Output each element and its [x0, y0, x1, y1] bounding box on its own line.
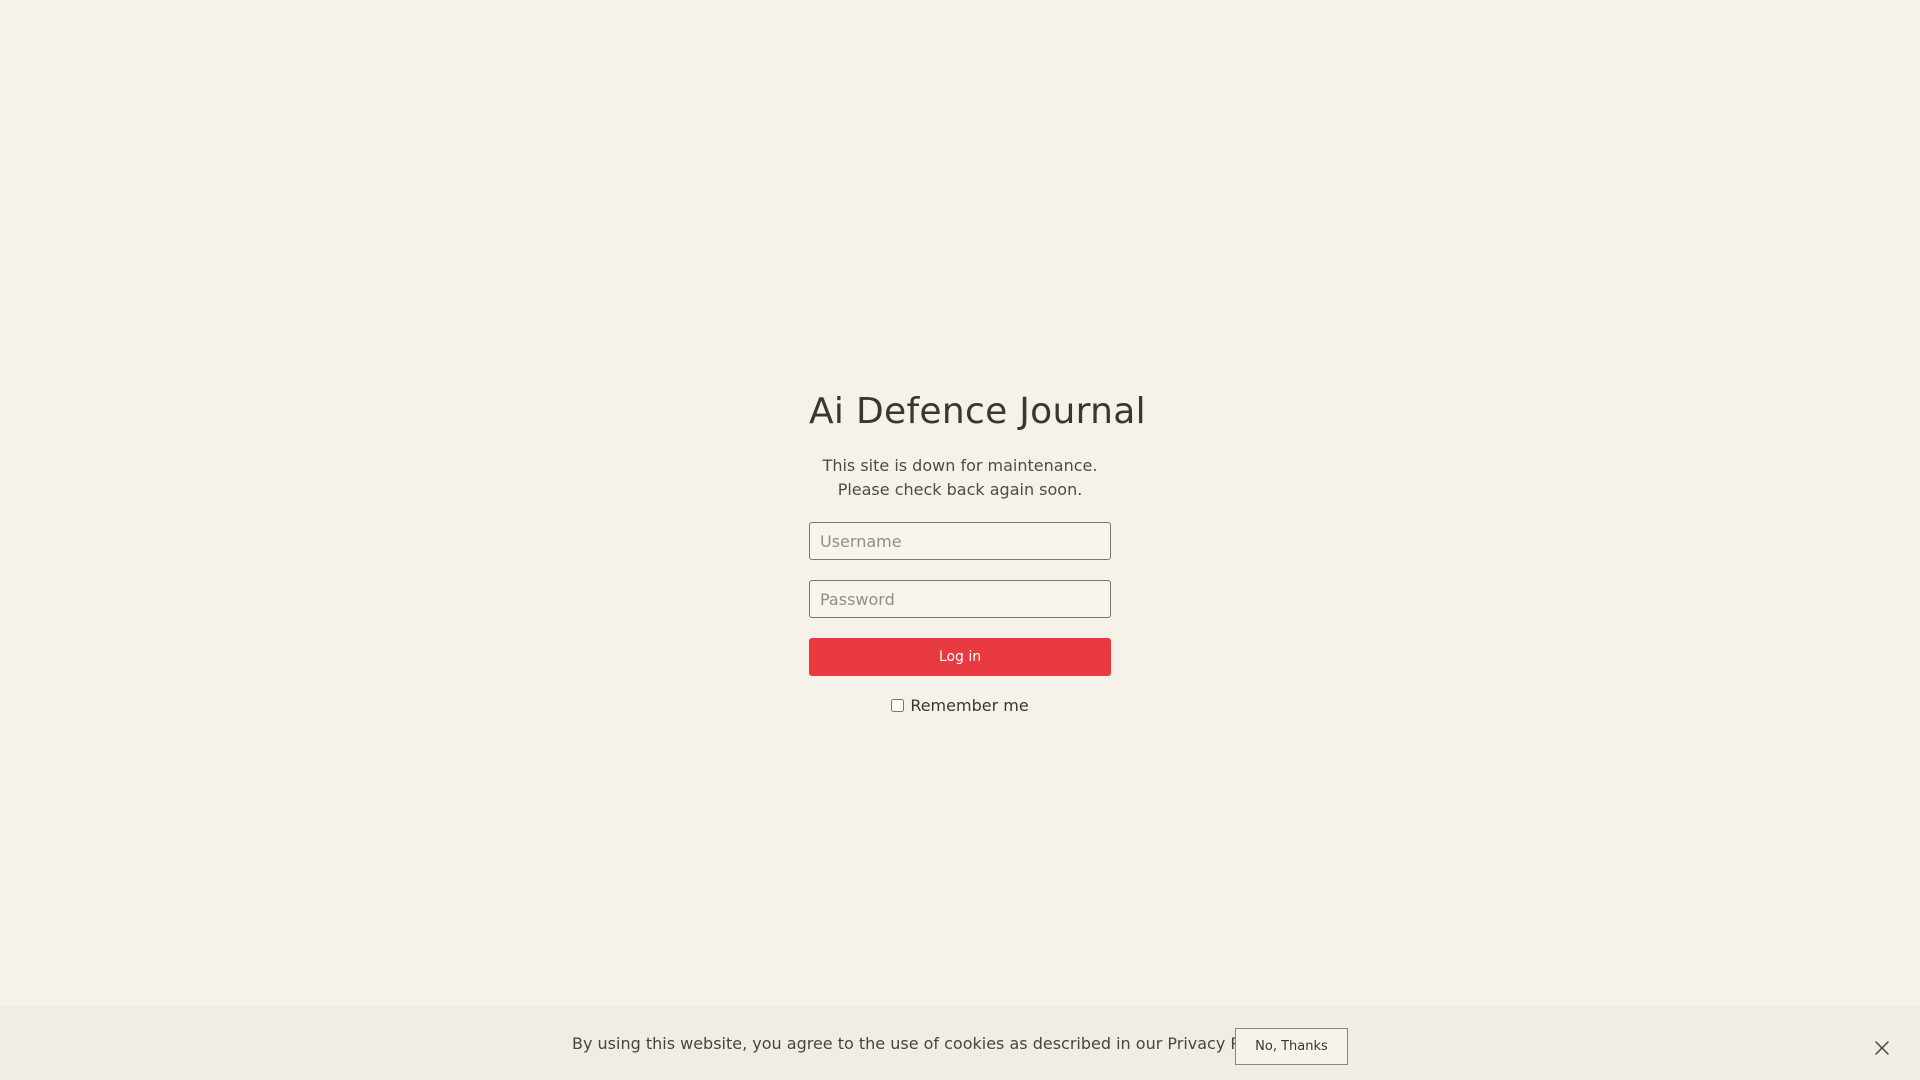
username-input[interactable] [809, 522, 1111, 560]
maintenance-page: Ai Defence Journal This site is down for… [0, 0, 1920, 1080]
cookie-consent-text: By using this website, you agree to the … [572, 1034, 1280, 1053]
no-thanks-button[interactable]: No, Thanks [1235, 1028, 1348, 1065]
close-icon[interactable] [1872, 1038, 1892, 1058]
cookie-consent-bar: By using this website, you agree to the … [0, 1008, 1920, 1080]
site-title: Ai Defence Journal [809, 391, 1146, 432]
password-input[interactable] [809, 580, 1111, 618]
login-button[interactable]: Log in [809, 638, 1111, 676]
login-panel: Ai Defence Journal This site is down for… [809, 388, 1146, 715]
remember-me-label: Remember me [910, 696, 1029, 715]
remember-me[interactable]: Remember me [809, 696, 1111, 715]
maintenance-message-line-1: This site is down for maintenance. [822, 456, 1098, 475]
maintenance-message-line-2: Please check back again soon. [837, 480, 1083, 499]
maintenance-message: This site is down for maintenance. Pleas… [809, 454, 1111, 502]
remember-me-checkbox[interactable] [891, 699, 905, 712]
